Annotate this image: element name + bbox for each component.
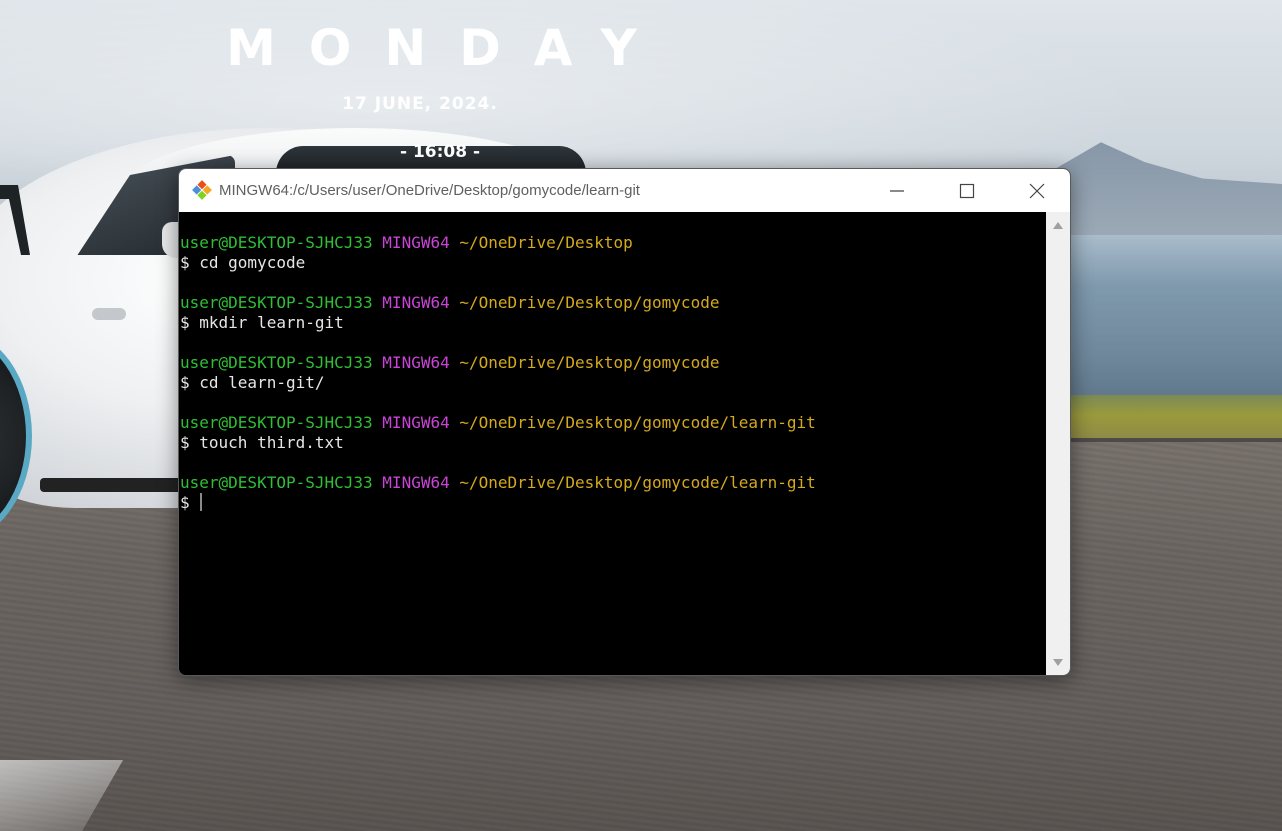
prompt-line: user@DESKTOP-SJHCJ33 MINGW64 ~/OneDrive/… [180,233,633,253]
prompt-shell: MINGW64 [382,353,450,372]
window-titlebar[interactable]: MINGW64:/c/Users/user/OneDrive/Desktop/g… [179,169,1070,212]
text-cursor [200,493,203,511]
command-line: $ touch third.txt [180,433,344,452]
prompt-line: user@DESKTOP-SJHCJ33 MINGW64 ~/OneDrive/… [180,293,719,313]
prompt-user-host: user@DESKTOP-SJHCJ33 [180,293,373,312]
prompt-user-host: user@DESKTOP-SJHCJ33 [180,233,373,252]
maximize-icon [959,183,975,198]
minimize-button[interactable] [862,169,932,212]
close-button[interactable] [1002,169,1070,212]
widget-date: 17 JUNE, 2024. [342,94,498,114]
scroll-up-arrow-icon[interactable] [1053,222,1063,229]
prompt-line: user@DESKTOP-SJHCJ33 MINGW64 ~/OneDrive/… [180,353,719,373]
wallpaper-car-door-handle [92,308,126,320]
prompt-line: user@DESKTOP-SJHCJ33 MINGW64 ~/OneDrive/… [180,413,816,433]
widget-time: - 16:08 - [399,142,481,162]
prompt-path: ~/OneDrive/Desktop/gomycode [459,353,720,372]
prompt-shell: MINGW64 [382,233,450,252]
scroll-down-arrow-icon[interactable] [1053,659,1063,666]
wallpaper-car-side-skirt [40,478,190,492]
clock-widget: MONDAY 17 JUNE, 2024. - 16:08 - [200,18,680,168]
prompt-shell: MINGW64 [382,413,450,432]
widget-day: MONDAY [226,19,670,77]
command-line: $ cd learn-git/ [180,373,325,392]
prompt-user-host: user@DESKTOP-SJHCJ33 [180,413,373,432]
active-command-line[interactable]: $ [180,493,203,513]
active-prompt: $ [180,493,200,512]
terminal-window[interactable]: MINGW64:/c/Users/user/OneDrive/Desktop/g… [178,168,1071,676]
prompt-user-host: user@DESKTOP-SJHCJ33 [180,473,373,492]
command-line: $ mkdir learn-git [180,313,344,332]
git-bash-icon [192,180,212,200]
window-title: MINGW64:/c/Users/user/OneDrive/Desktop/g… [219,182,640,199]
prompt-path: ~/OneDrive/Desktop [459,233,633,252]
maximize-button[interactable] [932,169,1002,212]
command-line: $ cd gomycode [180,253,306,272]
close-icon [1029,183,1045,198]
prompt-line: user@DESKTOP-SJHCJ33 MINGW64 ~/OneDrive/… [180,473,816,493]
prompt-shell: MINGW64 [382,473,450,492]
prompt-path: ~/OneDrive/Desktop/gomycode [459,293,720,312]
wallpaper-grass [1060,395,1282,440]
prompt-path: ~/OneDrive/Desktop/gomycode/learn-git [459,473,816,492]
terminal-output[interactable]: user@DESKTOP-SJHCJ33 MINGW64 ~/OneDrive/… [179,212,1046,675]
vertical-scrollbar[interactable] [1046,212,1070,675]
prompt-path: ~/OneDrive/Desktop/gomycode/learn-git [459,413,816,432]
prompt-user-host: user@DESKTOP-SJHCJ33 [180,353,373,372]
minimize-icon [890,189,904,192]
prompt-shell: MINGW64 [382,293,450,312]
